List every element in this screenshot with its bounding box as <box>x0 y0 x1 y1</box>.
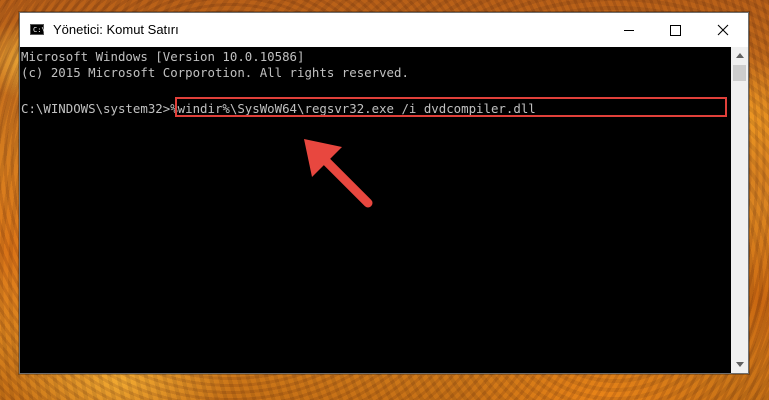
title-bar[interactable]: C:\ Yönetici: Komut Satırı <box>20 13 748 47</box>
console-line-version: Microsoft Windows [Version 10.0.10586] <box>21 49 305 64</box>
red-arrow-icon <box>304 139 373 208</box>
command-prompt-window[interactable]: C:\ Yönetici: Komut Satırı Microsoft Win… <box>19 12 749 374</box>
scroll-up-button[interactable] <box>731 47 748 64</box>
minimize-icon <box>624 29 634 31</box>
close-button[interactable] <box>700 13 746 47</box>
maximize-icon <box>669 24 681 36</box>
cmd-app-icon-text: C:\ <box>33 26 46 34</box>
window-title: Yönetici: Komut Satırı <box>53 22 179 37</box>
command-highlight-box <box>175 97 727 117</box>
vertical-scrollbar[interactable] <box>731 47 748 373</box>
maximize-button[interactable] <box>652 13 698 47</box>
chevron-down-icon <box>735 362 744 367</box>
scroll-down-button[interactable] <box>731 356 748 373</box>
cmd-app-icon: C:\ <box>30 24 46 35</box>
console-output[interactable]: Microsoft Windows [Version 10.0.10586] (… <box>20 47 731 373</box>
console-prompt: C:\WINDOWS\system32> <box>21 101 171 116</box>
minimize-button[interactable] <box>606 13 652 47</box>
close-icon <box>717 24 729 36</box>
chevron-up-icon <box>735 53 744 58</box>
scrollbar-thumb[interactable] <box>733 65 746 81</box>
console-line-copyright: (c) 2015 Microsoft Corporotion. All righ… <box>21 65 409 80</box>
